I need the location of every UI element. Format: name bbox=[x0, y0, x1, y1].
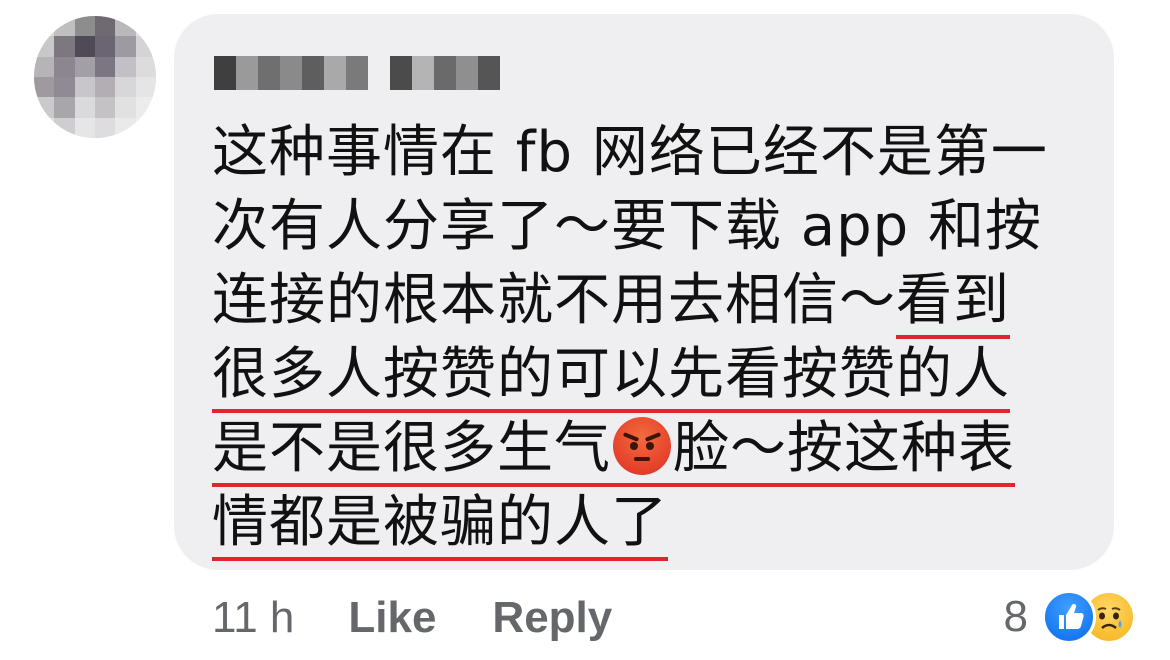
underlined-phrase-4: 情都是被骗的人了 bbox=[212, 490, 668, 561]
underlined-phrase-3: 是不是很多生气 脸～按这种表 bbox=[212, 416, 1015, 487]
angry-face-icon bbox=[613, 417, 671, 475]
comment-line-4: 很多人按赞的可以先看按赞的人 bbox=[212, 338, 1092, 413]
comment-timestamp[interactable]: 11 h bbox=[212, 593, 294, 643]
commenter-name[interactable] bbox=[214, 56, 500, 90]
comment-line-5: 是不是很多生气 脸～按这种表 bbox=[212, 412, 1092, 487]
comment-line-1: 这种事情在 fb 网络已经不是第一 bbox=[212, 120, 1048, 185]
underlined-phrase-1: 看到 bbox=[896, 268, 1010, 339]
comment-actions: 11 h Like Reply bbox=[212, 590, 668, 646]
comment-bubble: 这种事情在 fb 网络已经不是第一 次有人分享了～要下载 app 和按 连接的根… bbox=[174, 14, 1114, 570]
comment-line-5-b: 脸～按这种表 bbox=[673, 416, 1015, 481]
reaction-count: 8 bbox=[1003, 592, 1028, 641]
comment-line-3: 连接的根本就不用去相信～看到 bbox=[212, 264, 1092, 339]
like-reaction-icon bbox=[1042, 590, 1096, 644]
like-button[interactable]: Like bbox=[348, 593, 436, 643]
underlined-phrase-2: 很多人按赞的可以先看按赞的人 bbox=[212, 342, 1010, 413]
comment-line-2: 次有人分享了～要下载 app 和按 bbox=[212, 194, 1043, 259]
comment-line-5-a: 是不是很多生气 bbox=[212, 416, 611, 481]
commenter-avatar[interactable] bbox=[34, 16, 156, 138]
comment-text: 这种事情在 fb 网络已经不是第一 次有人分享了～要下载 app 和按 连接的根… bbox=[212, 116, 1092, 561]
comment-line-6: 情都是被骗的人了 bbox=[212, 486, 1092, 561]
reply-button[interactable]: Reply bbox=[492, 593, 612, 643]
reactions-summary[interactable]: 8 bbox=[1004, 588, 1136, 646]
comment-line-3-text: 连接的根本就不用去相信～ bbox=[212, 268, 896, 333]
